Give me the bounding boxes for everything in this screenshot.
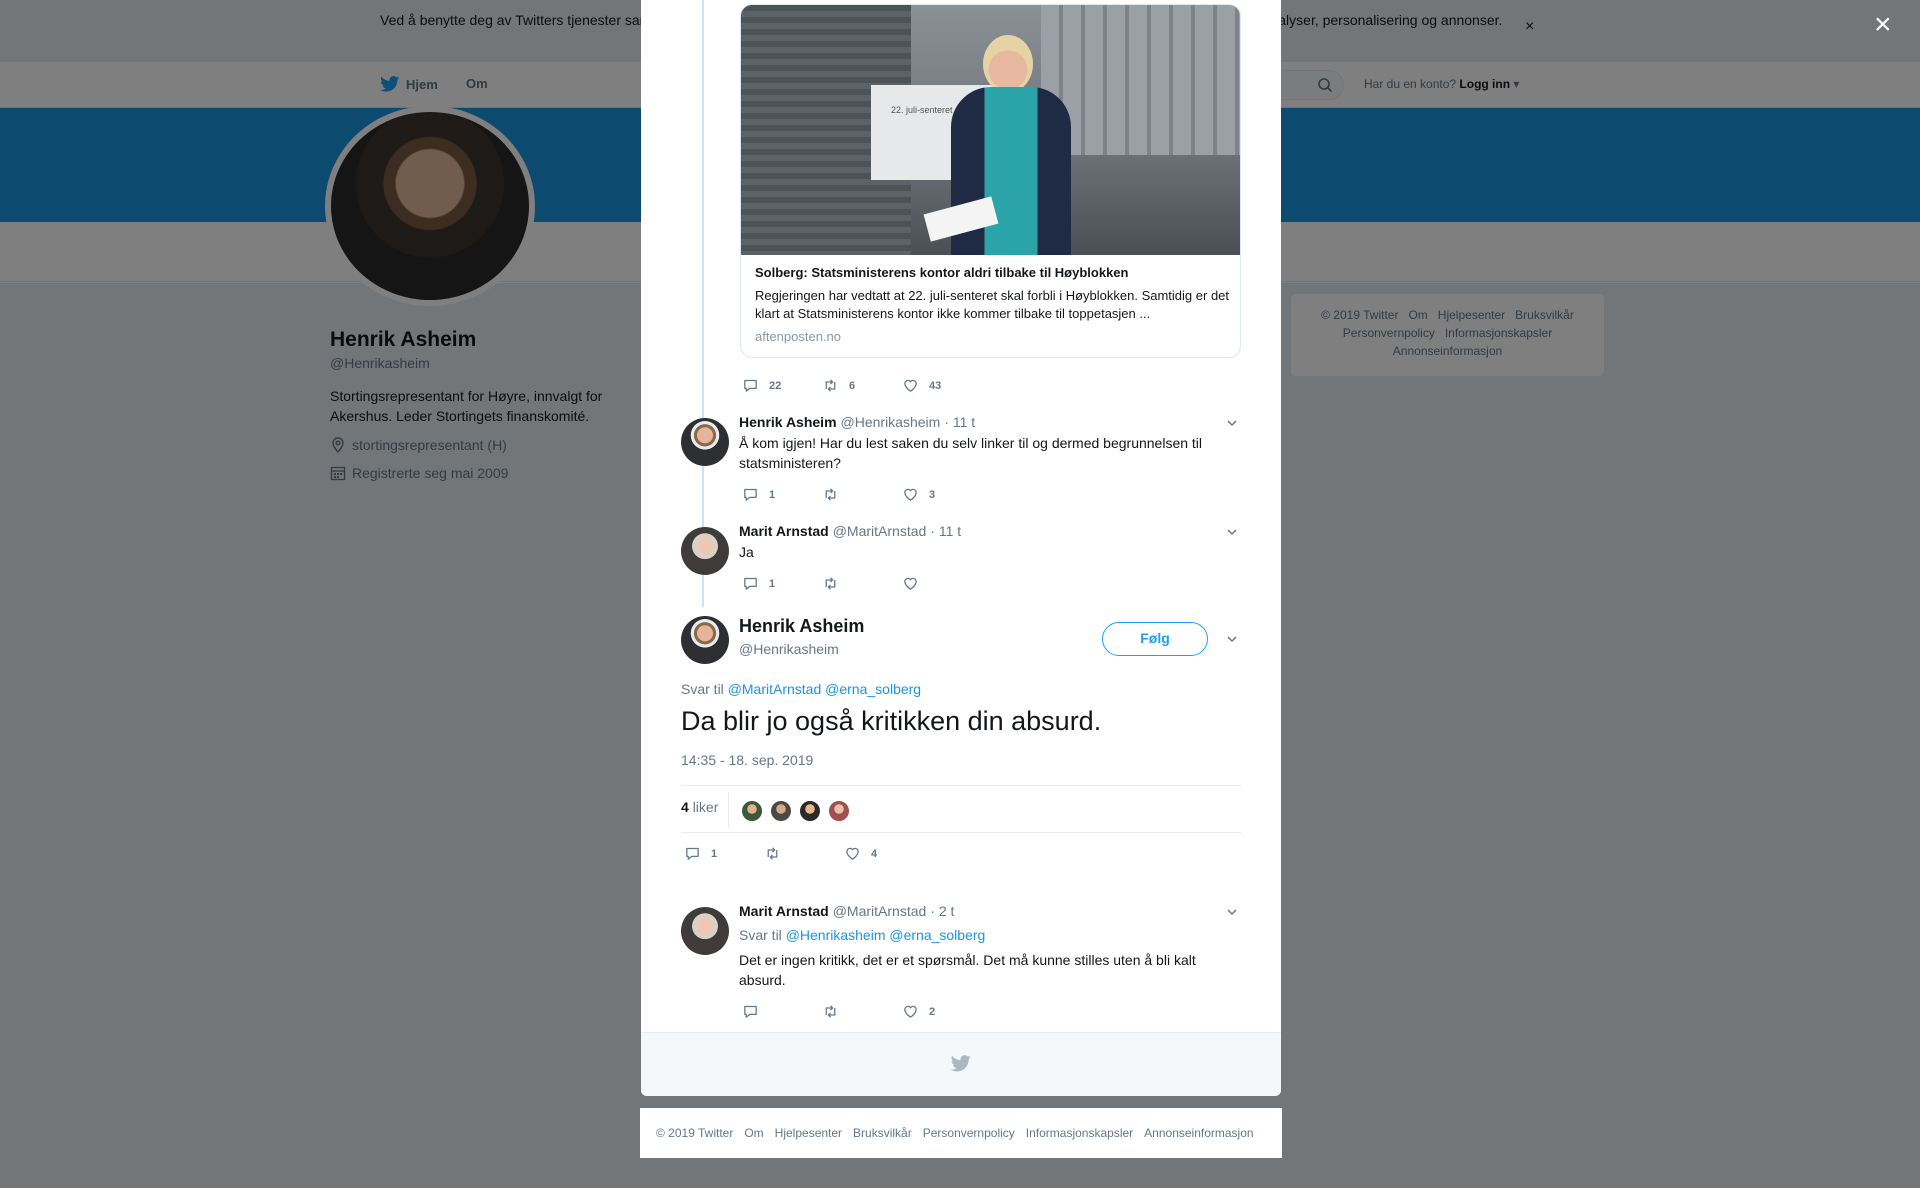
author-handle[interactable]: @Henrikasheim — [841, 414, 941, 430]
reply-handles[interactable]: @Henrikasheim @erna_solberg — [786, 927, 986, 943]
retweet-icon — [767, 847, 778, 860]
reply-icon — [744, 1005, 757, 1018]
footer-link[interactable]: Bruksvilkår — [853, 1126, 912, 1140]
like-button[interactable]: 2 — [902, 1003, 982, 1020]
footer-link[interactable]: Annonseinformasjon — [1144, 1126, 1253, 1140]
avatar[interactable] — [681, 418, 729, 466]
tweet-stats: 4 liker — [681, 785, 1241, 833]
retweet-button[interactable]: 6 — [822, 377, 902, 394]
avatar[interactable] — [828, 800, 850, 822]
retweet-button[interactable] — [822, 575, 902, 592]
reply-context: Svar til @Henrikasheim @erna_solberg — [739, 927, 985, 943]
retweet-icon — [825, 1005, 836, 1018]
link-card-image: 22. juli-senteret — [741, 5, 1240, 255]
likes-count[interactable]: 4 liker — [681, 799, 718, 815]
avatar[interactable] — [741, 800, 763, 822]
author-name[interactable]: Henrik Asheim — [739, 616, 864, 637]
twitter-bird-icon — [951, 1055, 971, 1072]
reply-prefix: Svar til — [739, 927, 782, 943]
tweet-timestamp[interactable]: 14:35 - 18. sep. 2019 — [681, 752, 813, 768]
avatar[interactable] — [681, 616, 729, 664]
author-handle[interactable]: @Henrikasheim — [739, 641, 839, 657]
link-card[interactable]: 22. juli-senteret Solberg: Statsminister… — [740, 4, 1241, 358]
heart-icon — [904, 1005, 917, 1018]
link-card-title: Solberg: Statsministerens kontor aldri t… — [755, 265, 1129, 280]
tweet-modal: 22. juli-senteret Solberg: Statsminister… — [641, 0, 1281, 1096]
link-card-description: Regjeringen har vedtatt at 22. juli-sent… — [755, 288, 1230, 321]
tweet-actions: 1 — [742, 575, 982, 592]
sign-text: 22. juli-senteret — [891, 105, 953, 115]
footer-link[interactable]: Personvernpolicy — [923, 1126, 1015, 1140]
retweet-icon — [825, 488, 836, 501]
avatar[interactable] — [681, 527, 729, 575]
reply-icon — [744, 379, 757, 392]
retweet-button[interactable] — [822, 486, 902, 503]
reply-button[interactable] — [742, 1003, 822, 1020]
reply-button[interactable]: 1 — [684, 845, 764, 862]
heart-icon — [846, 847, 859, 860]
like-button[interactable] — [902, 575, 982, 592]
footer-link[interactable]: Informasjonskapsler — [1026, 1126, 1133, 1140]
reply-prefix: Svar til — [681, 681, 724, 697]
tweet-time[interactable]: · 2 t — [930, 903, 954, 919]
main-tweet-text: Da blir jo også kritikken din absurd. — [681, 706, 1102, 736]
like-button[interactable]: 43 — [902, 377, 982, 394]
author-handle[interactable]: @MaritArnstad — [833, 903, 927, 919]
footer-link[interactable]: Om — [744, 1126, 763, 1140]
tweet-time[interactable]: · 11 t — [930, 523, 961, 539]
avatar[interactable] — [770, 800, 792, 822]
reply-button[interactable]: 22 — [742, 377, 822, 394]
tweet-text: Ja — [739, 544, 754, 560]
tweet-header: Marit Arnstad @MaritArnstad · 2 t — [739, 903, 954, 919]
retweet-icon — [825, 379, 836, 392]
modal-footer — [641, 1032, 1281, 1096]
reply-icon — [744, 577, 757, 590]
tweet-header: Marit Arnstad @MaritArnstad · 11 t — [739, 523, 961, 539]
reply-button[interactable]: 1 — [742, 575, 822, 592]
footer-link[interactable]: Hjelpesenter — [775, 1126, 842, 1140]
tweet-text: Å kom igjen! Har du lest saken du selv l… — [739, 435, 1203, 471]
footer-link[interactable]: © 2019 Twitter — [656, 1126, 733, 1140]
tweet-text: Det er ingen kritikk, det er et spørsmål… — [739, 952, 1196, 988]
tweet-time[interactable]: · 11 t — [944, 414, 975, 430]
tweet-header: Henrik Asheim @Henrikasheim · 11 t — [739, 414, 975, 430]
reply-icon — [744, 488, 757, 501]
author-name[interactable]: Marit Arnstad — [739, 523, 829, 539]
chevron-down-icon[interactable] — [1225, 525, 1239, 539]
link-card-domain: aftenposten.no — [755, 329, 842, 344]
like-button[interactable]: 4 — [844, 845, 924, 862]
close-icon[interactable]: × — [1874, 10, 1892, 40]
follow-button[interactable]: Følg — [1102, 622, 1208, 656]
card-actions: 22 6 43 — [742, 377, 982, 394]
tweet-actions: 1 3 — [742, 486, 982, 503]
main-tweet-actions: 1 4 — [684, 845, 924, 862]
tweet-actions: 2 — [742, 1003, 982, 1020]
heart-icon — [904, 577, 917, 590]
author-handle[interactable]: @MaritArnstad — [833, 523, 927, 539]
heart-icon — [904, 379, 917, 392]
reply-handles[interactable]: @MaritArnstad @erna_solberg — [728, 681, 921, 697]
reply-icon — [686, 847, 699, 860]
author-name[interactable]: Marit Arnstad — [739, 903, 829, 919]
author-name[interactable]: Henrik Asheim — [739, 414, 837, 430]
reply-context: Svar til @MaritArnstad @erna_solberg — [681, 681, 921, 697]
retweet-button[interactable] — [822, 1003, 902, 1020]
chevron-down-icon[interactable] — [1225, 905, 1239, 919]
bottom-footer: © 2019 Twitter Om Hjelpesenter Bruksvilk… — [640, 1108, 1282, 1158]
chevron-down-icon[interactable] — [1225, 416, 1239, 430]
chevron-down-icon[interactable] — [1225, 632, 1239, 646]
retweet-icon — [825, 577, 836, 590]
retweet-button[interactable] — [764, 845, 844, 862]
avatar[interactable] — [681, 907, 729, 955]
like-button[interactable]: 3 — [902, 486, 982, 503]
heart-icon — [904, 488, 917, 501]
reply-button[interactable]: 1 — [742, 486, 822, 503]
thread-line — [702, 0, 704, 607]
avatar[interactable] — [799, 800, 821, 822]
